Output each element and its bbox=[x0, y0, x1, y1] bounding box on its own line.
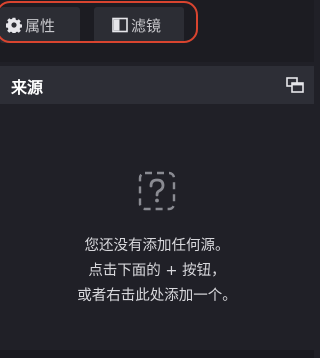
undock-icon[interactable] bbox=[286, 77, 304, 93]
question-icon bbox=[137, 170, 177, 212]
empty-message-line: 点击下面的 + 按钮， bbox=[88, 263, 226, 279]
empty-message-line: 您还没有添加任何源。 bbox=[84, 238, 230, 254]
obs-dock-window: 属性 滤镜 来源 您还没有添加任何源。 点击下面的 + 按钮， 或者右击此处添加… bbox=[0, 0, 314, 358]
context-bar: 属性 滤镜 bbox=[0, 0, 314, 62]
empty-sources-message: 您还没有添加任何源。 点击下面的 + 按钮， 或者右击此处添加一个。 bbox=[0, 234, 314, 309]
sources-list[interactable]: 您还没有添加任何源。 点击下面的 + 按钮， 或者右击此处添加一个。 bbox=[0, 104, 314, 358]
tab-highlight-outline bbox=[0, 1, 198, 43]
sources-dock-header: 来源 bbox=[0, 66, 314, 104]
dock-title: 来源 bbox=[11, 78, 44, 97]
bottom-edge bbox=[0, 350, 314, 358]
empty-message-line: 或者右击此处添加一个。 bbox=[77, 288, 237, 304]
